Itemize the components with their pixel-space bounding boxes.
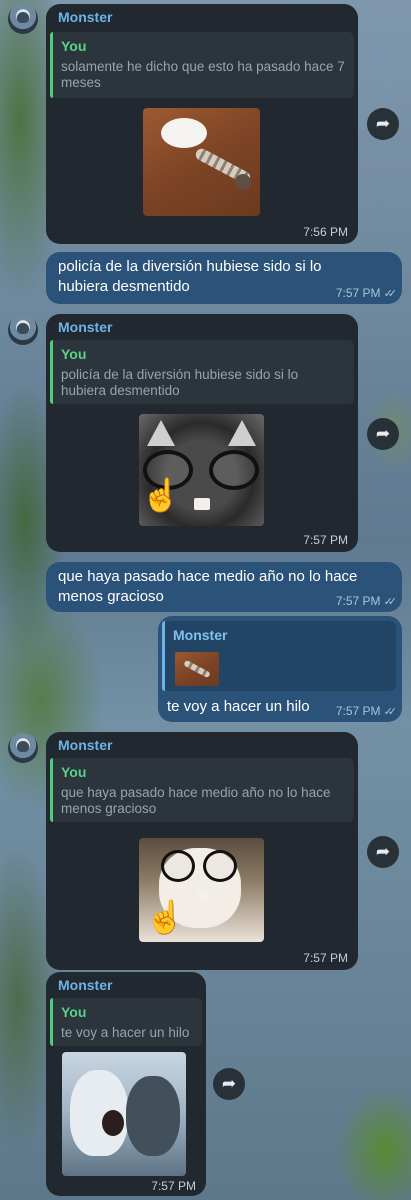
message-time: 7:57 PM ✓✓ [335, 286, 398, 300]
buck-teeth [194, 498, 210, 510]
sticker-thumbnail [175, 652, 219, 686]
monkey-figure [126, 1076, 180, 1156]
quote-text: que haya pasado hace medio año no lo hac… [61, 785, 331, 816]
screw-shaft [183, 659, 211, 679]
reply-quote[interactable]: You solamente he dicho que esto ha pasad… [50, 32, 354, 98]
quote-author: You [61, 346, 87, 362]
reply-quote[interactable]: You que haya pasado hace medio año no lo… [50, 758, 354, 822]
double-check-icon: ✓✓ [383, 288, 398, 300]
double-check-icon: ✓✓ [383, 596, 398, 608]
quote-text: policía de la diversión hubiese sido si … [61, 367, 299, 398]
sender-name[interactable]: Monster [58, 9, 112, 25]
message-bubble-outgoing[interactable]: Monster te voy a hacer un hilo 7:57 PM ✓✓ [158, 616, 402, 722]
forward-arrow-icon[interactable]: ➦ [367, 836, 399, 868]
quote-text: solamente he dicho que esto ha pasado ha… [61, 59, 345, 90]
forward-arrow-icon[interactable]: ➦ [367, 418, 399, 450]
avatar[interactable] [8, 733, 38, 763]
message-time: 7:57 PM ✓✓ [335, 704, 398, 718]
cat-ear [147, 420, 175, 446]
double-check-icon: ✓✓ [383, 706, 398, 718]
quote-author: Monster [173, 627, 228, 643]
message-time: 7:57 PM [151, 1179, 196, 1193]
message-text: policía de la diversión hubiese sido si … [58, 258, 322, 295]
quote-text: te voy a hacer un hilo [61, 1025, 190, 1040]
message-text: te voy a hacer un hilo [167, 698, 310, 715]
index-pointing-up-emoji: ☝️ [145, 899, 185, 935]
glasses-lens [209, 450, 259, 490]
index-pointing-up-emoji: ☝️ [141, 477, 181, 513]
speech-bubble-shape [161, 118, 207, 148]
message-time: 7:57 PM [303, 951, 348, 965]
forward-arrow-icon[interactable]: ➦ [213, 1068, 245, 1100]
message-bubble-incoming[interactable]: Monster You policía de la diversión hubi… [46, 314, 358, 552]
message-bubble-outgoing[interactable]: policía de la diversión hubiese sido si … [46, 252, 402, 304]
message-time: 7:57 PM [303, 533, 348, 547]
sender-name[interactable]: Monster [58, 319, 112, 335]
quote-author: You [61, 1004, 87, 1020]
buck-teeth [197, 890, 209, 900]
sender-name[interactable]: Monster [58, 977, 112, 993]
avatar[interactable] [8, 4, 38, 34]
avatar[interactable] [8, 315, 38, 345]
reply-quote[interactable]: You te voy a hacer un hilo [50, 998, 202, 1046]
cat-ear [228, 420, 256, 446]
message-bubble-outgoing[interactable]: que haya pasado hace medio año no lo hac… [46, 562, 402, 612]
sticker-image[interactable] [143, 108, 260, 216]
message-bubble-incoming[interactable]: Monster You te voy a hacer un hilo 7:57 … [46, 972, 206, 1196]
message-bubble-incoming[interactable]: Monster You solamente he dicho que esto … [46, 4, 358, 244]
screw-head [235, 174, 251, 190]
sticker-image[interactable]: ☝️ [139, 414, 264, 526]
reply-quote[interactable]: Monster [162, 621, 396, 691]
message-bubble-incoming[interactable]: Monster You que haya pasado hace medio a… [46, 732, 358, 970]
forward-arrow-icon[interactable]: ➦ [367, 108, 399, 140]
quote-author: You [61, 38, 87, 54]
monkey-mouth [102, 1110, 124, 1136]
message-text: que haya pasado hace medio año no lo hac… [58, 568, 358, 605]
sticker-image[interactable] [62, 1052, 186, 1176]
message-time: 7:57 PM ✓✓ [335, 594, 398, 608]
glasses-lens [203, 850, 237, 882]
sticker-image[interactable]: ☝️ [139, 838, 264, 942]
reply-quote[interactable]: You policía de la diversión hubiese sido… [50, 340, 354, 404]
message-time: 7:56 PM [303, 225, 348, 239]
sender-name[interactable]: Monster [58, 737, 112, 753]
glasses-lens [161, 850, 195, 882]
quote-author: You [61, 764, 87, 780]
